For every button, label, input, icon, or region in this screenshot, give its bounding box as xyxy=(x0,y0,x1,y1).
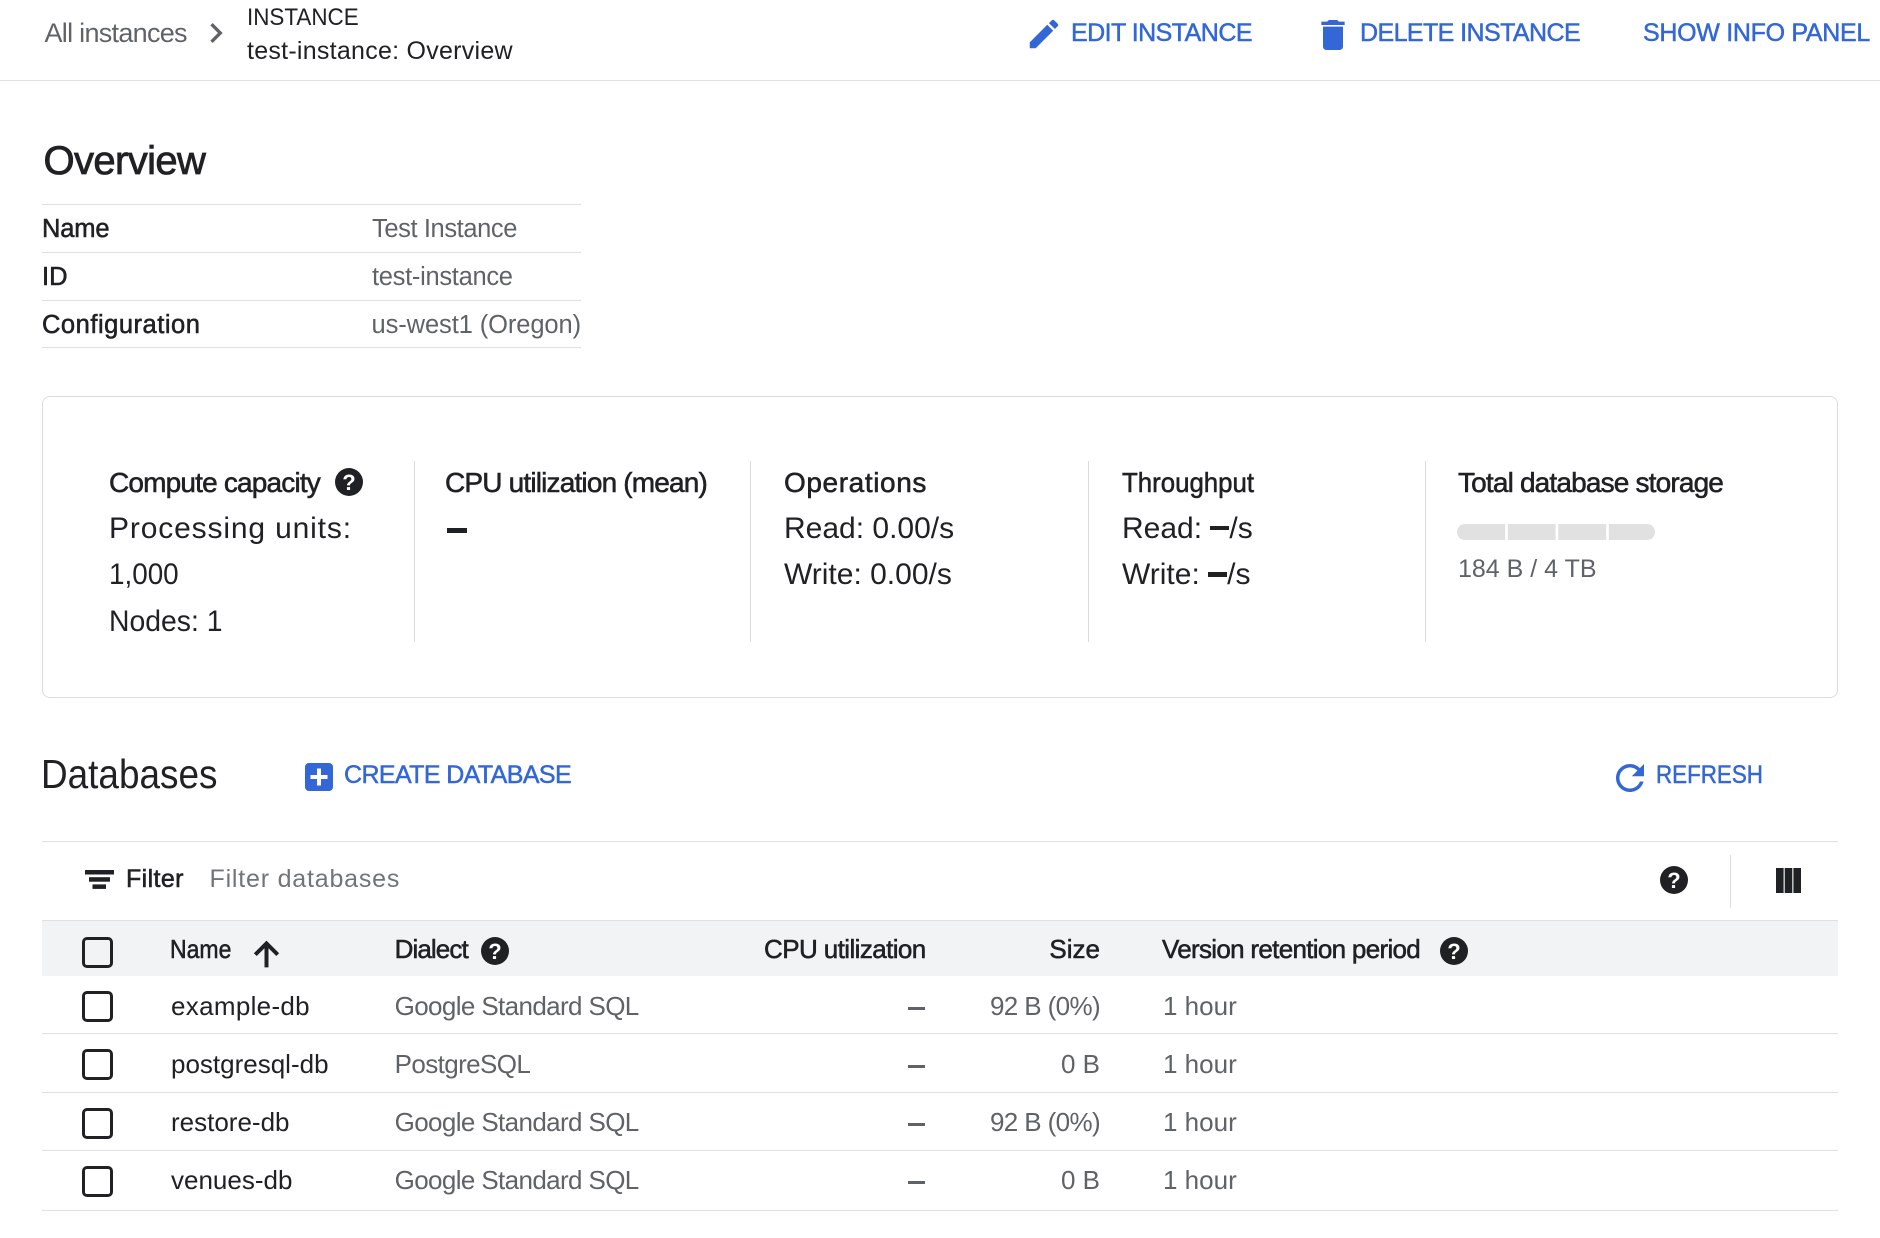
svg-text:?: ? xyxy=(1667,868,1680,893)
svg-text:?: ? xyxy=(488,939,501,964)
svg-text:?: ? xyxy=(342,470,355,495)
svg-text:?: ? xyxy=(1447,939,1460,964)
